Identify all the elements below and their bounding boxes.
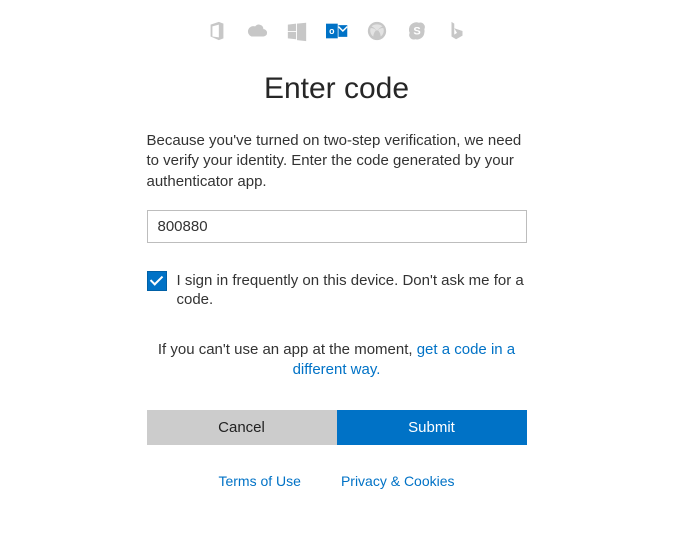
remember-device-label: I sign in frequently on this device. Don… xyxy=(177,271,527,310)
submit-button[interactable]: Submit xyxy=(337,410,527,445)
svg-text:o: o xyxy=(329,26,335,36)
skype-icon: S xyxy=(406,20,428,42)
code-input[interactable] xyxy=(147,210,527,243)
remember-device-checkbox[interactable] xyxy=(147,271,167,291)
footer-links: Terms of Use Privacy & Cookies xyxy=(147,473,527,489)
bing-icon xyxy=(446,20,468,42)
windows-icon xyxy=(286,20,308,42)
xbox-icon xyxy=(366,20,388,42)
privacy-cookies-link[interactable]: Privacy & Cookies xyxy=(341,473,455,489)
office-icon xyxy=(206,20,228,42)
alternative-method-text: If you can't use an app at the moment, g… xyxy=(147,340,527,381)
instructions-text: Because you've turned on two-step verifi… xyxy=(147,131,527,192)
svg-text:S: S xyxy=(413,26,420,38)
button-row: Cancel Submit xyxy=(147,410,527,445)
onedrive-icon xyxy=(246,20,268,42)
page-title: Enter code xyxy=(147,72,527,106)
terms-of-use-link[interactable]: Terms of Use xyxy=(218,473,300,489)
cancel-button[interactable]: Cancel xyxy=(147,410,337,445)
alt-prefix: If you can't use an app at the moment, xyxy=(158,341,417,358)
remember-device-row: I sign in frequently on this device. Don… xyxy=(147,271,527,310)
service-icon-row: o S xyxy=(147,20,527,42)
main-container: o S Enter code Because you've turned on … xyxy=(147,0,527,489)
outlook-icon: o xyxy=(326,20,348,42)
